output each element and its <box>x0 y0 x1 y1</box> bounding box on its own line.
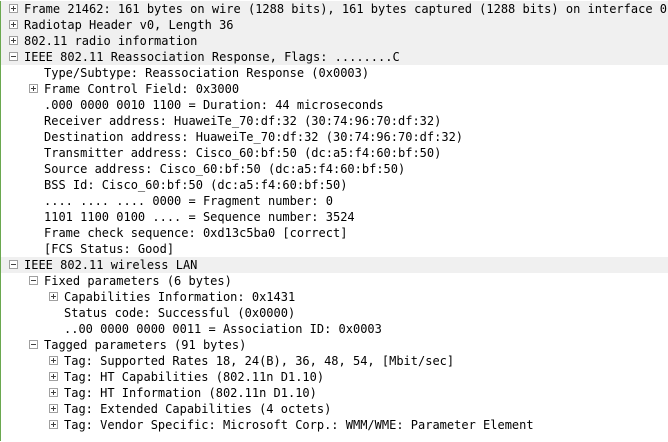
tree-row-tag-supported-rates[interactable]: Tag: Supported Rates 18, 24(B), 36, 48, … <box>1 353 668 369</box>
tree-row-status-code[interactable]: Status code: Successful (0x0000) <box>1 305 668 321</box>
tree-row-label: IEEE 802.11 wireless LAN <box>24 258 198 272</box>
tree-row-label: Status code: Successful (0x0000) <box>64 306 296 320</box>
tree-row-frame[interactable]: Frame 21462: 161 bytes on wire (1288 bit… <box>1 1 668 17</box>
tree-row-label: 802.11 radio information <box>24 34 198 48</box>
tree-row-label: IEEE 802.11 Reassociation Response, Flag… <box>24 50 400 64</box>
expand-icon[interactable] <box>49 356 58 365</box>
tree-row-label: Tag: Vendor Specific: Microsoft Corp.: W… <box>64 418 534 432</box>
tree-row-radio-information[interactable]: 802.11 radio information <box>1 33 668 49</box>
tree-row-reassociation-response[interactable]: IEEE 802.11 Reassociation Response, Flag… <box>1 49 668 65</box>
expand-icon[interactable] <box>29 84 38 93</box>
tree-row-type-subtype[interactable]: Type/Subtype: Reassociation Response (0x… <box>1 65 668 81</box>
collapse-icon[interactable] <box>9 52 18 61</box>
tree-row-label: Frame Control Field: 0x3000 <box>44 82 240 96</box>
tree-row-label: Capabilities Information: 0x1431 <box>64 290 296 304</box>
collapse-icon[interactable] <box>9 260 18 269</box>
collapse-icon[interactable] <box>29 340 38 349</box>
tree-row-source-address[interactable]: Source address: Cisco_60:bf:50 (dc:a5:f4… <box>1 161 668 177</box>
tree-row-label: Tag: HT Information (802.11n D1.10) <box>64 386 317 400</box>
tree-row-fragment-number[interactable]: .... .... .... 0000 = Fragment number: 0 <box>1 193 668 209</box>
tree-row-label: Type/Subtype: Reassociation Response (0x… <box>44 66 370 80</box>
tree-row-tag-ht-capabilities[interactable]: Tag: HT Capabilities (802.11n D1.10) <box>1 369 668 385</box>
tree-row-tag-vendor-specific[interactable]: Tag: Vendor Specific: Microsoft Corp.: W… <box>1 417 668 433</box>
tree-row-label: Source address: Cisco_60:bf:50 (dc:a5:f4… <box>44 162 406 176</box>
tree-row-label: .... .... .... 0000 = Fragment number: 0 <box>44 194 333 208</box>
tree-row-wireless-lan[interactable]: IEEE 802.11 wireless LAN <box>1 257 668 273</box>
tree-row-label: Frame 21462: 161 bytes on wire (1288 bit… <box>24 2 667 16</box>
tree-row-association-id[interactable]: ..00 0000 0000 0011 = Association ID: 0x… <box>1 321 668 337</box>
tree-row-label: Receiver address: HuaweiTe_70:df:32 (30:… <box>44 114 442 128</box>
expand-icon[interactable] <box>49 404 58 413</box>
tree-row-frame-control-field[interactable]: Frame Control Field: 0x3000 <box>1 81 668 97</box>
tree-row-bss-id[interactable]: BSS Id: Cisco_60:bf:50 (dc:a5:f4:60:bf:5… <box>1 177 668 193</box>
expand-icon[interactable] <box>49 420 58 429</box>
tree-row-label: Tagged parameters (91 bytes) <box>44 338 247 352</box>
tree-row-label: Tag: Supported Rates 18, 24(B), 36, 48, … <box>64 354 455 368</box>
tree-row-label: [FCS Status: Good] <box>44 242 175 256</box>
tree-row-fcs-status[interactable]: [FCS Status: Good] <box>1 241 668 257</box>
expand-icon[interactable] <box>49 292 58 301</box>
tree-row-label: BSS Id: Cisco_60:bf:50 (dc:a5:f4:60:bf:5… <box>44 178 348 192</box>
tree-row-label: Destination address: HuaweiTe_70:df:32 (… <box>44 130 464 144</box>
tree-row-duration[interactable]: .000 0000 0010 1100 = Duration: 44 micro… <box>1 97 668 113</box>
expand-icon[interactable] <box>49 372 58 381</box>
tree-row-receiver-address[interactable]: Receiver address: HuaweiTe_70:df:32 (30:… <box>1 113 668 129</box>
tree-row-label: .000 0000 0010 1100 = Duration: 44 micro… <box>44 98 384 112</box>
tree-row-label: 1101 1100 0100 .... = Sequence number: 3… <box>44 210 355 224</box>
tree-row-label: Transmitter address: Cisco_60:bf:50 (dc:… <box>44 146 442 160</box>
packet-details-tree[interactable]: Frame 21462: 161 bytes on wire (1288 bit… <box>0 1 668 441</box>
expand-icon[interactable] <box>9 20 18 29</box>
tree-row-label: Radiotap Header v0, Length 36 <box>24 18 234 32</box>
tree-row-label: Frame check sequence: 0xd13c5ba0 [correc… <box>44 226 348 240</box>
tree-row-fixed-parameters[interactable]: Fixed parameters (6 bytes) <box>1 273 668 289</box>
tree-row-label: Tag: Extended Capabilities (4 octets) <box>64 402 332 416</box>
tree-row-radiotap-header[interactable]: Radiotap Header v0, Length 36 <box>1 17 668 33</box>
tree-row-frame-check-sequence[interactable]: Frame check sequence: 0xd13c5ba0 [correc… <box>1 225 668 241</box>
tree-row-transmitter-address[interactable]: Transmitter address: Cisco_60:bf:50 (dc:… <box>1 145 668 161</box>
tree-row-sequence-number[interactable]: 1101 1100 0100 .... = Sequence number: 3… <box>1 209 668 225</box>
expand-icon[interactable] <box>9 36 18 45</box>
tree-row-label: ..00 0000 0000 0011 = Association ID: 0x… <box>64 322 382 336</box>
tree-row-label: Tag: HT Capabilities (802.11n D1.10) <box>64 370 325 384</box>
tree-row-tag-extended-capabilities[interactable]: Tag: Extended Capabilities (4 octets) <box>1 401 668 417</box>
tree-row-capabilities-information[interactable]: Capabilities Information: 0x1431 <box>1 289 668 305</box>
collapse-icon[interactable] <box>29 276 38 285</box>
tree-row-tag-ht-information[interactable]: Tag: HT Information (802.11n D1.10) <box>1 385 668 401</box>
expand-icon[interactable] <box>49 388 58 397</box>
tree-row-destination-address[interactable]: Destination address: HuaweiTe_70:df:32 (… <box>1 129 668 145</box>
tree-row-tagged-parameters[interactable]: Tagged parameters (91 bytes) <box>1 337 668 353</box>
tree-row-label: Fixed parameters (6 bytes) <box>44 274 232 288</box>
expand-icon[interactable] <box>9 4 18 13</box>
